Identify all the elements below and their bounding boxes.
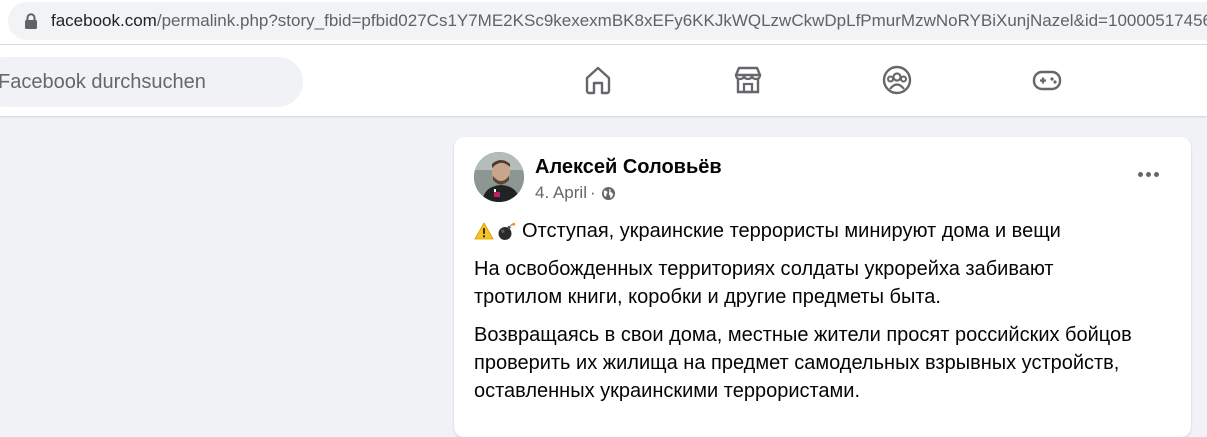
author-name[interactable]: Алексей Соловьёв	[535, 156, 722, 179]
more-options-button[interactable]	[1130, 163, 1166, 185]
paragraph-line: тротилом книги, коробки и другие предмет…	[474, 286, 941, 308]
post-body: Отступая, украинские террористы минируют…	[474, 217, 1174, 405]
gaming-icon[interactable]	[1030, 63, 1064, 97]
search-input[interactable]	[0, 57, 288, 107]
post-paragraph: Возвращаясь в свои дома, местные жители …	[474, 321, 1174, 405]
post-date[interactable]: 4. April	[535, 183, 587, 203]
home-icon[interactable]	[581, 63, 615, 97]
marketplace-icon[interactable]	[731, 63, 765, 97]
search-box[interactable]	[0, 57, 303, 107]
post-paragraph: На освобожденных территориях солдаты укр…	[474, 255, 1174, 311]
browser-address-bar: facebook.com/permalink.php?story_fbid=pf…	[0, 0, 1207, 45]
headline-text: Отступая, украинские террористы минируют…	[522, 220, 1061, 242]
post-meta: 4. April ·	[535, 183, 616, 203]
avatar[interactable]	[474, 152, 524, 202]
meta-separator: ·	[589, 183, 596, 202]
warning-emoji-icon	[474, 222, 494, 240]
url-field[interactable]: facebook.com/permalink.php?story_fbid=pf…	[8, 2, 1207, 40]
url-path: /permalink.php?story_fbid=pfbid027Cs1Y7M…	[156, 11, 1207, 30]
post-card: Алексей Соловьёв 4. April · Отступая, ук…	[454, 137, 1191, 437]
paragraph-line: оставленных украинскими террористами.	[474, 380, 861, 402]
paragraph-line: На освобожденных территориях солдаты укр…	[474, 258, 1054, 280]
post-headline: Отступая, украинские террористы минируют…	[474, 217, 1174, 245]
globe-icon	[601, 186, 615, 200]
url-text[interactable]: facebook.com/permalink.php?story_fbid=pf…	[51, 11, 1207, 31]
url-domain: facebook.com	[51, 11, 157, 30]
bomb-emoji-icon	[498, 222, 516, 240]
more-dot-icon	[1137, 171, 1143, 177]
paragraph-line: Возвращаясь в свои дома, местные жители …	[474, 324, 1132, 346]
lock-icon[interactable]	[24, 13, 38, 29]
more-dot-icon	[1145, 171, 1151, 177]
more-dot-icon	[1153, 171, 1159, 177]
paragraph-line: проверить их жилища на предмет самодельн…	[474, 352, 1120, 374]
groups-icon[interactable]	[880, 63, 914, 97]
facebook-header	[0, 45, 1207, 116]
